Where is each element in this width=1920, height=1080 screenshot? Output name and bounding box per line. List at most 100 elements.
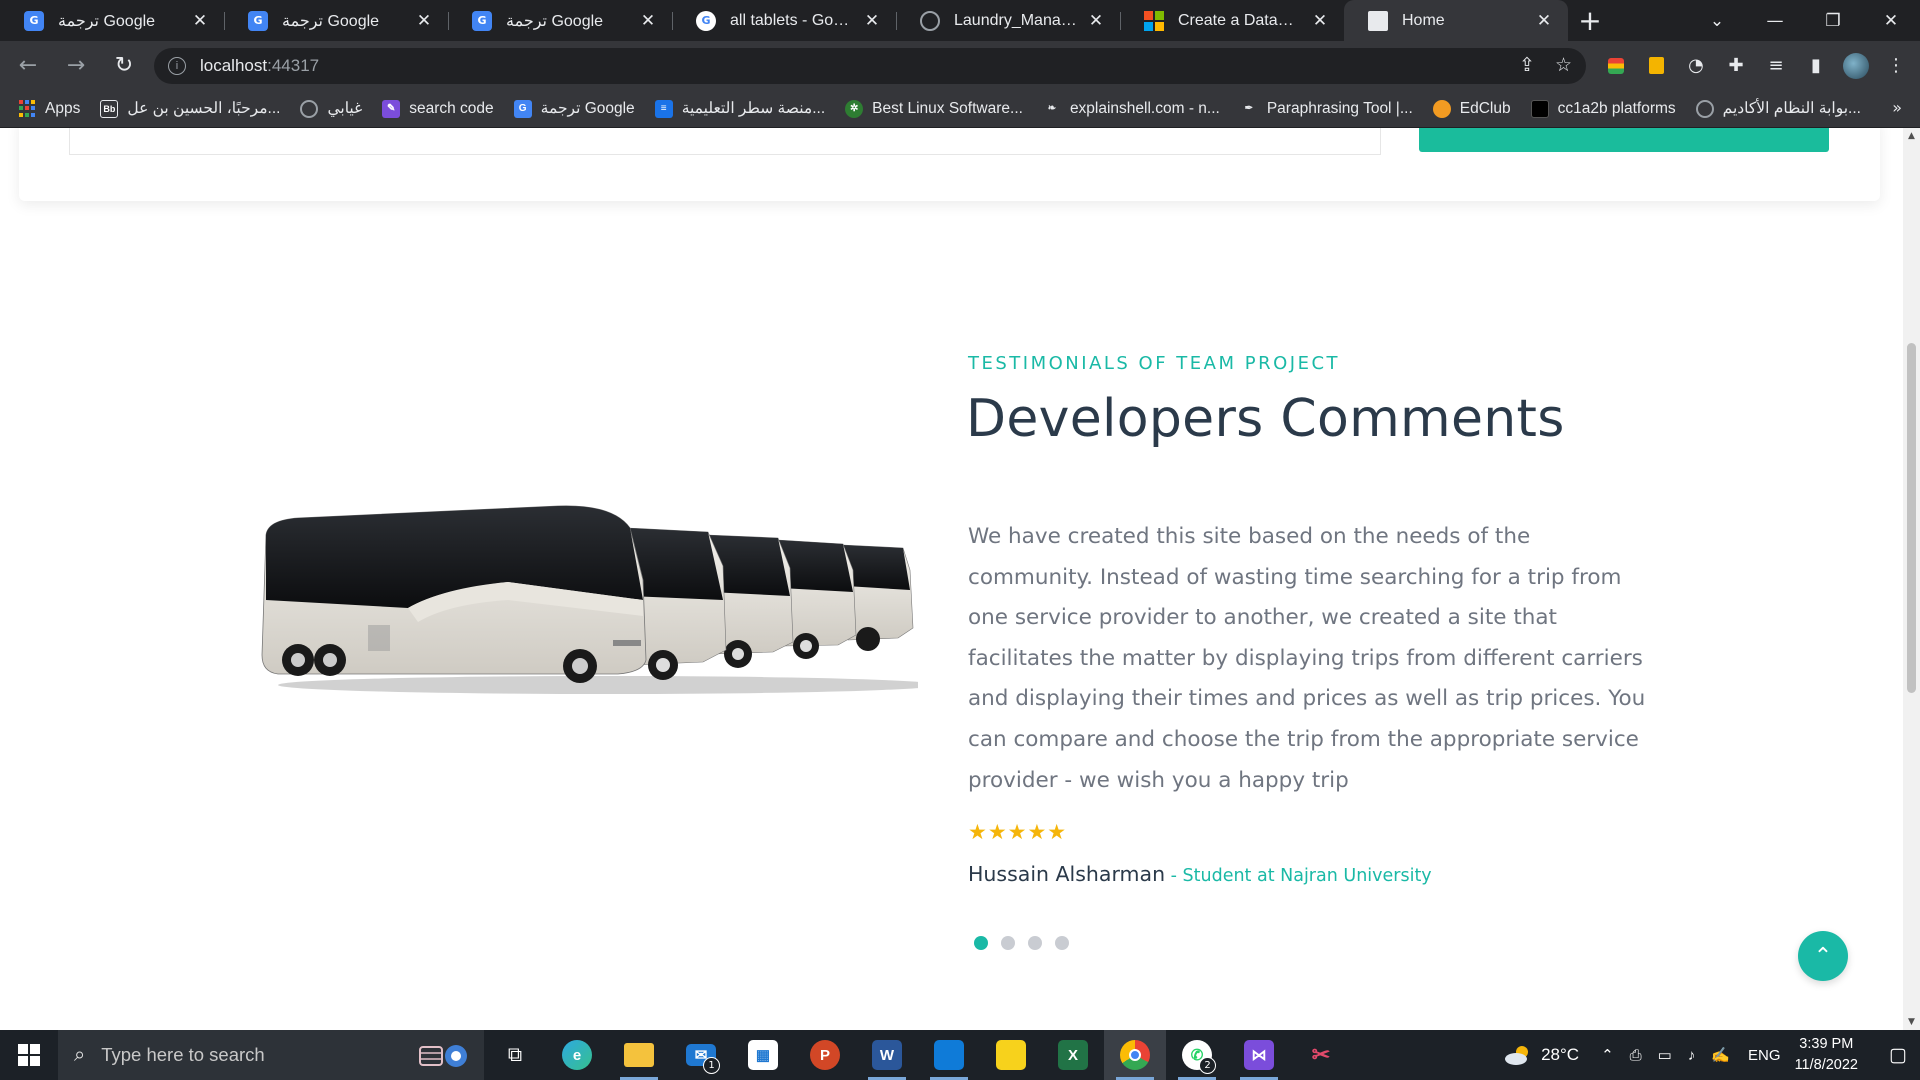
tab-strip: G ترجمة Google ✕ G ترجمة Google ✕ G ترجم… bbox=[0, 0, 1920, 41]
bookmark-star-icon[interactable]: ☆ bbox=[1555, 54, 1572, 77]
bookmark-label: cc1a2b platforms bbox=[1557, 99, 1676, 117]
carousel-dot[interactable] bbox=[1028, 936, 1042, 950]
scroll-down-icon[interactable]: ▼ bbox=[1903, 1017, 1920, 1027]
taskbar-mail[interactable]: ✉ 1 bbox=[670, 1030, 732, 1080]
profile-avatar[interactable] bbox=[1836, 48, 1876, 84]
share-icon[interactable]: ⇪ bbox=[1519, 54, 1535, 77]
bookmark-cc1a2b[interactable]: cc1a2b platforms bbox=[1530, 99, 1676, 118]
tab-google-translate-3[interactable]: G ترجمة Google ✕ bbox=[448, 0, 672, 41]
tab-title: ترجمة Google bbox=[58, 12, 156, 30]
bookmark-paraphrasing[interactable]: ✒ Paraphrasing Tool |... bbox=[1240, 100, 1413, 118]
search-submit-button[interactable] bbox=[1419, 128, 1829, 152]
minimize-icon[interactable]: — bbox=[1746, 0, 1804, 41]
side-panel-icon[interactable]: ▮ bbox=[1796, 48, 1836, 84]
menu-kebab-icon[interactable]: ⋮ bbox=[1876, 48, 1916, 84]
browser-toolbar: ← → ↻ i localhost:44317 ⇪ ☆ ◔ ✚ ≡ ▮ ⋮ bbox=[0, 41, 1920, 90]
close-tab-icon[interactable]: ✕ bbox=[414, 11, 434, 31]
apps-grid-icon bbox=[18, 99, 36, 118]
reading-list-icon[interactable]: ≡ bbox=[1756, 48, 1796, 84]
colorful-extension-icon[interactable] bbox=[1596, 48, 1636, 84]
google-translate-icon: G bbox=[513, 99, 532, 118]
page-viewport: TESTIMONIALS OF TEAM PROJECT Developers … bbox=[0, 128, 1903, 1030]
volume-icon[interactable]: ♪ bbox=[1688, 1047, 1696, 1064]
timer-extension-icon[interactable]: ◔ bbox=[1676, 48, 1716, 84]
search-field[interactable] bbox=[69, 128, 1381, 155]
notes-extension-icon[interactable] bbox=[1636, 48, 1676, 84]
author-name: Hussain Alsharman bbox=[968, 862, 1166, 886]
carousel-dot[interactable] bbox=[974, 936, 988, 950]
taskbar-blue-app[interactable] bbox=[918, 1030, 980, 1080]
bookmark-attendance[interactable]: غيابي bbox=[300, 99, 362, 118]
weather-widget[interactable]: 28°C bbox=[1503, 1044, 1579, 1066]
carousel-dot[interactable] bbox=[1001, 936, 1015, 950]
tab-laundry-management[interactable]: Laundry_Managemen ✕ bbox=[896, 0, 1120, 41]
google-translate-icon: G bbox=[472, 10, 492, 31]
forward-arrow-icon[interactable]: → bbox=[56, 46, 96, 86]
carousel-dot[interactable] bbox=[1055, 936, 1069, 950]
bookmark-edclub[interactable]: EdClub bbox=[1432, 99, 1511, 118]
cc-icon bbox=[1530, 99, 1549, 118]
bookmarks-overflow-icon[interactable]: » bbox=[1892, 98, 1902, 117]
edge-icon: e bbox=[562, 1040, 592, 1070]
taskbar-search[interactable]: ⌕ Type here to search bbox=[58, 1030, 484, 1080]
taskbar-word[interactable]: W bbox=[856, 1030, 918, 1080]
taskbar-sticky-notes[interactable] bbox=[980, 1030, 1042, 1080]
close-tab-icon[interactable]: ✕ bbox=[1534, 11, 1554, 31]
taskbar-store[interactable]: ▦ bbox=[732, 1030, 794, 1080]
tab-home[interactable]: Home ✕ bbox=[1344, 0, 1568, 41]
device-icon[interactable]: ⎙ bbox=[1630, 1047, 1642, 1064]
taskbar-file-explorer[interactable] bbox=[608, 1030, 670, 1080]
back-arrow-icon[interactable]: ← bbox=[8, 46, 48, 86]
extensions-puzzle-icon[interactable]: ✚ bbox=[1716, 48, 1756, 84]
bookmark-google-translate[interactable]: G ترجمة Google bbox=[513, 99, 635, 118]
reload-icon[interactable]: ↻ bbox=[104, 46, 144, 86]
scrollbar-thumb[interactable] bbox=[1907, 343, 1916, 693]
scroll-up-icon[interactable]: ▲ bbox=[1903, 131, 1920, 141]
page-scrollbar[interactable]: ▲ ▼ bbox=[1903, 128, 1920, 1030]
back-to-top-button[interactable]: ⌃ bbox=[1798, 931, 1848, 981]
testimonial-author: Hussain Alsharman - Student at Najran Un… bbox=[968, 862, 1432, 886]
tab-google-search[interactable]: G all tablets - Google Se ✕ bbox=[672, 0, 896, 41]
new-tab-button[interactable]: + bbox=[1568, 0, 1612, 41]
taskbar-excel[interactable]: X bbox=[1042, 1030, 1104, 1080]
bookmark-academic-portal[interactable]: بوابة النظام الأكاديم... bbox=[1695, 99, 1861, 118]
clock[interactable]: 3:39 PM 11/8/2022 bbox=[1795, 1034, 1858, 1076]
task-view-button[interactable]: ⧉ bbox=[484, 1030, 546, 1080]
bookmark-linux-software[interactable]: ✲ Best Linux Software... bbox=[845, 99, 1023, 118]
bookmark-explainshell[interactable]: ❧ explainshell.com - n... bbox=[1043, 100, 1220, 118]
pen-icon[interactable]: ✍ bbox=[1711, 1046, 1730, 1064]
site-info-icon[interactable]: i bbox=[168, 56, 186, 75]
tab-google-translate-2[interactable]: G ترجمة Google ✕ bbox=[224, 0, 448, 41]
tab-create-database[interactable]: Create a Database - S ✕ bbox=[1120, 0, 1344, 41]
taskbar-edge[interactable]: e bbox=[546, 1030, 608, 1080]
close-tab-icon[interactable]: ✕ bbox=[638, 11, 658, 31]
taskbar-snipping-tool[interactable]: ✂ bbox=[1290, 1030, 1352, 1080]
close-tab-icon[interactable]: ✕ bbox=[190, 11, 210, 31]
bookmark-blackboard[interactable]: Bb مرحبًا، الحسين بن عل... bbox=[100, 99, 280, 118]
taskbar-chrome[interactable] bbox=[1104, 1030, 1166, 1080]
bookmark-satr[interactable]: ≡ منصة سطر التعليمية... bbox=[654, 99, 825, 118]
close-tab-icon[interactable]: ✕ bbox=[1310, 11, 1330, 31]
bookmark-apps[interactable]: Apps bbox=[18, 100, 80, 118]
close-tab-icon[interactable]: ✕ bbox=[1086, 11, 1106, 31]
restore-icon[interactable]: ❐ bbox=[1804, 0, 1862, 41]
notifications-icon[interactable]: ▢ bbox=[1876, 1030, 1920, 1080]
folder-icon bbox=[624, 1043, 654, 1067]
show-hidden-icons-icon[interactable]: ⌃ bbox=[1601, 1046, 1614, 1064]
tab-title: Create a Database - S bbox=[1178, 11, 1302, 29]
taskbar-visual-studio[interactable]: ⋈ bbox=[1228, 1030, 1290, 1080]
tab-google-translate-1[interactable]: G ترجمة Google ✕ bbox=[0, 0, 224, 41]
address-bar[interactable]: i localhost:44317 ⇪ ☆ bbox=[154, 47, 1586, 84]
bookmark-search-code[interactable]: ✎ search code bbox=[382, 99, 494, 118]
tab-search-icon[interactable]: ⌄ bbox=[1688, 0, 1746, 41]
battery-icon[interactable]: ▭ bbox=[1658, 1046, 1672, 1064]
close-tab-icon[interactable]: ✕ bbox=[862, 11, 882, 31]
input-language[interactable]: ENG bbox=[1748, 1047, 1781, 1064]
taskbar-whatsapp[interactable]: ✆ 2 bbox=[1166, 1030, 1228, 1080]
google-translate-icon: G bbox=[24, 10, 44, 31]
taskbar-powerpoint[interactable]: P bbox=[794, 1030, 856, 1080]
visual-studio-icon: ⋈ bbox=[1244, 1040, 1274, 1070]
linux-gear-icon: ✲ bbox=[845, 99, 864, 118]
close-window-icon[interactable]: ✕ bbox=[1862, 0, 1920, 41]
start-button[interactable] bbox=[0, 1030, 58, 1080]
